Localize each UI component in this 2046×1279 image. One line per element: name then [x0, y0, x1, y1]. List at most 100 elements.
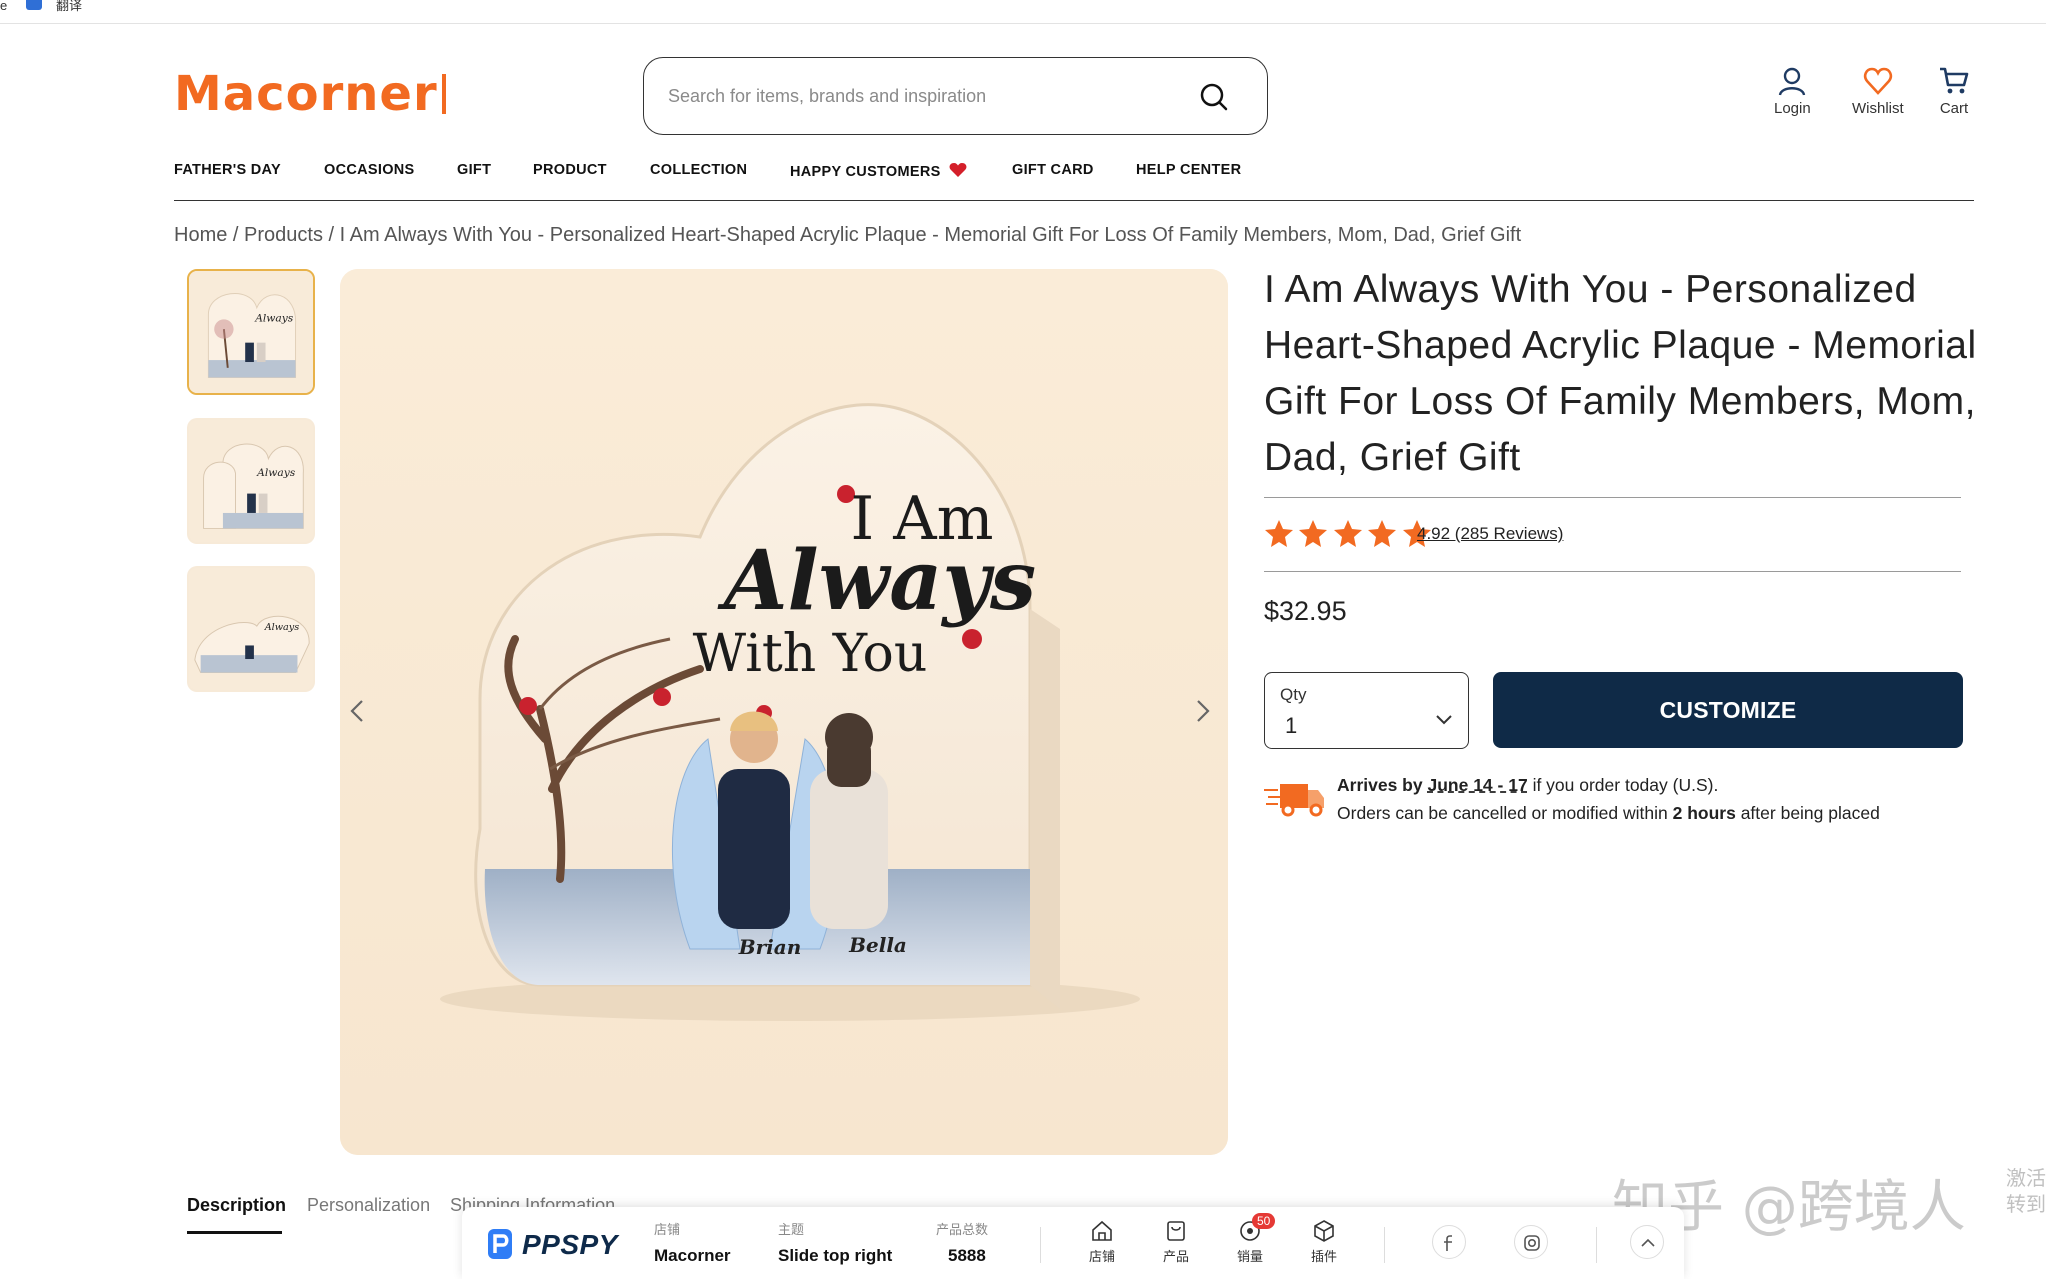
arrives-rest: if you order today (U.S).: [1532, 775, 1719, 795]
search-box: [643, 57, 1268, 135]
separator: [1040, 1227, 1041, 1263]
breadcrumb-home[interactable]: Home: [174, 224, 227, 246]
bag-icon: [1167, 1221, 1185, 1241]
svg-text:Always: Always: [256, 466, 296, 479]
product-price: $32.95: [1264, 596, 1347, 626]
stat-value: Slide top right: [778, 1246, 893, 1265]
svg-text:Always: Always: [264, 622, 300, 633]
watermark-line: 激活: [2006, 1168, 2046, 1190]
translate-icon[interactable]: [26, 0, 42, 10]
ppspy-logo-icon: [488, 1229, 512, 1259]
btn-label: 销量: [1236, 1249, 1263, 1264]
reviews-link[interactable]: 4.92 (285 Reviews): [1417, 524, 1563, 544]
btn-label: 插件: [1310, 1249, 1337, 1264]
nav-fathers-day[interactable]: FATHER'S DAY: [174, 162, 281, 178]
cancel-window: 2 hours: [1672, 803, 1736, 823]
stat-key: 产品总数: [936, 1222, 989, 1237]
product-title: I Am Always With You - Personalized Hear…: [1264, 268, 1977, 479]
product-thumbnail-1[interactable]: Always: [187, 269, 315, 395]
cube-icon: [1314, 1220, 1334, 1242]
thumbnail-image: Always: [189, 271, 313, 393]
star-icon: [1265, 520, 1293, 547]
cancel-text-end: after being placed: [1740, 803, 1880, 823]
ppspy-product-count: 产品总数 5888: [936, 1219, 988, 1266]
nav-occasions[interactable]: OCCASIONS: [324, 162, 415, 178]
qty-label: Qty: [1280, 685, 1307, 704]
star-icon: [1368, 520, 1397, 547]
sales-badge: 50: [1252, 1213, 1276, 1229]
tab-personalization[interactable]: Personalization: [307, 1195, 430, 1216]
stat-key: 店铺: [654, 1222, 681, 1237]
search-icon[interactable]: [1199, 82, 1229, 112]
product-thumbnail-3[interactable]: Always: [187, 566, 315, 692]
wishlist-button[interactable]: Wishlist: [1852, 66, 1904, 117]
chevron-left-icon[interactable]: [346, 696, 370, 726]
active-tab-indicator: [187, 1231, 282, 1234]
home-icon: [1092, 1220, 1112, 1241]
quantity-select[interactable]: Qty 1: [1264, 672, 1469, 749]
star-rating[interactable]: [1264, 518, 1432, 548]
nav-gift-card[interactable]: GIFT CARD: [1012, 162, 1094, 178]
breadcrumb-products[interactable]: Products: [244, 224, 323, 246]
cancellation-note: Orders can be cancelled or modified with…: [1337, 803, 1880, 824]
image-text-line2: Always: [717, 533, 1036, 629]
breadcrumb-separator: /: [227, 224, 245, 246]
customize-button[interactable]: CUSTOMIZE: [1493, 672, 1963, 748]
ppspy-store-button[interactable]: 店铺: [1082, 1219, 1122, 1265]
user-icon: [1779, 67, 1806, 96]
facebook-button[interactable]: [1432, 1225, 1466, 1259]
ppspy-products-button[interactable]: 产品: [1156, 1219, 1196, 1265]
stat-key: 主题: [778, 1222, 805, 1237]
login-button[interactable]: Login: [1774, 66, 1811, 117]
nav-happy-customers-label: HAPPY CUSTOMERS: [790, 164, 941, 180]
instagram-button[interactable]: [1514, 1225, 1548, 1259]
nav-gift[interactable]: GIFT: [457, 162, 491, 178]
chevron-right-icon[interactable]: [1190, 696, 1214, 726]
bookmark-translate[interactable]: 翻译: [56, 0, 82, 12]
star-icon: [1333, 520, 1362, 547]
bookmarks-bar: e 翻译: [0, 0, 2046, 24]
cart-label: Cart: [1939, 100, 1969, 117]
stat-value: 5888: [948, 1246, 986, 1265]
search-input[interactable]: [668, 78, 1168, 114]
delivery-truck-icon: [1264, 784, 1324, 817]
stat-value: Macorner: [654, 1246, 731, 1265]
instagram-icon: [1524, 1235, 1540, 1251]
product-main-image[interactable]: I Am Always With You Brian Bella: [340, 269, 1228, 1155]
arrival-date[interactable]: June 14 - 17: [1427, 775, 1527, 795]
svg-text:Always: Always: [254, 311, 294, 324]
collapse-button[interactable]: [1630, 1225, 1664, 1259]
nav-product[interactable]: PRODUCT: [533, 162, 607, 178]
heart-icon: [1863, 67, 1892, 95]
image-name-bella: Bella: [848, 933, 907, 957]
site-logo[interactable]: Macorner: [174, 70, 446, 118]
breadcrumb: Home / Products / I Am Always With You -…: [174, 224, 1521, 247]
nav-collection[interactable]: COLLECTION: [650, 162, 747, 178]
ppspy-theme: 主题 Slide top right: [778, 1219, 892, 1266]
nav-divider: [174, 200, 1974, 201]
heart-icon: [949, 163, 967, 177]
thumbnail-image: Always: [189, 420, 313, 542]
thumbnail-image: Always: [189, 568, 313, 690]
ppspy-sales-button[interactable]: 50 销量: [1230, 1213, 1276, 1265]
image-text-line3: With You: [693, 624, 928, 684]
ppspy-plugins-button[interactable]: 插件: [1304, 1219, 1344, 1265]
chevron-up-icon: [1641, 1238, 1655, 1247]
bookmark-item[interactable]: e: [0, 0, 7, 12]
btn-label: 产品: [1162, 1249, 1189, 1264]
divider: [1264, 497, 1961, 498]
tab-description[interactable]: Description: [187, 1195, 286, 1216]
nav-happy-customers[interactable]: HAPPY CUSTOMERS: [790, 162, 967, 180]
cart-button[interactable]: Cart: [1938, 66, 1970, 117]
btn-label: 店铺: [1088, 1249, 1115, 1264]
ppspy-logo-text: PPSPY: [522, 1229, 618, 1260]
nav-help-center[interactable]: HELP CENTER: [1136, 162, 1241, 178]
cart-icon: [1940, 67, 1969, 94]
separator: [1596, 1227, 1597, 1263]
facebook-icon: [1444, 1235, 1452, 1251]
product-artwork: I Am Always With You Brian Bella: [340, 269, 1228, 1155]
divider: [1264, 571, 1961, 572]
product-thumbnail-2[interactable]: Always: [187, 418, 315, 544]
chevron-down-icon: [1436, 715, 1452, 725]
activation-watermark: 激活 转到: [2006, 1166, 2046, 1218]
